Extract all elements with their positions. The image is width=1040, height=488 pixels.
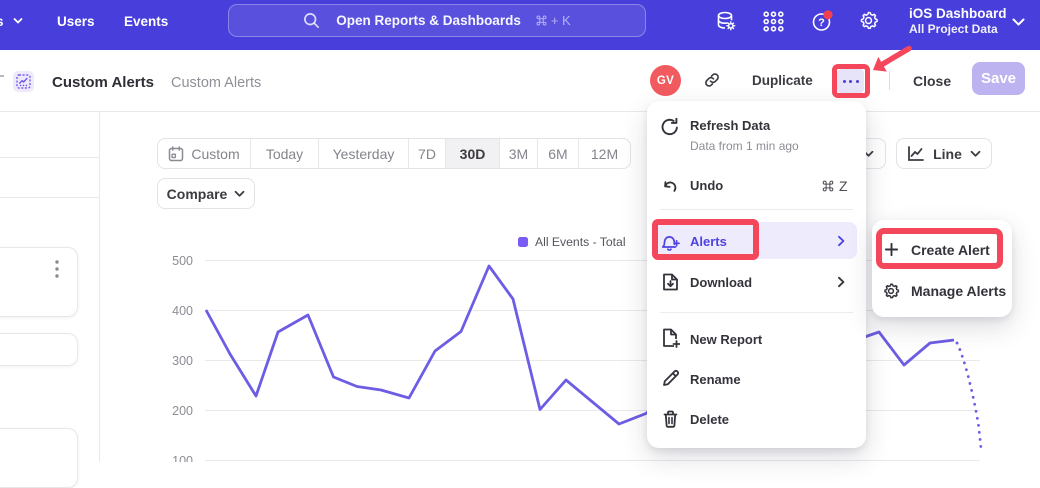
svg-text:?: ? [818,17,825,29]
svg-text:200: 200 [172,404,193,418]
svg-text:300: 300 [172,354,193,368]
svg-text:100: 100 [172,454,193,462]
svg-text:400: 400 [172,304,193,318]
svg-text:500: 500 [172,254,193,268]
